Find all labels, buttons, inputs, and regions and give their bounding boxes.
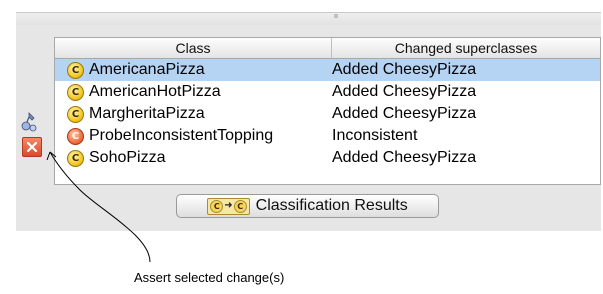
arrow-right-icon: ➜ (224, 200, 233, 211)
discard-changes-button[interactable] (22, 137, 42, 157)
column-header-class[interactable]: Class (55, 38, 332, 58)
change-cell: Added CheesyPizza (332, 61, 477, 78)
class-cell: C AmericanaPizza (55, 61, 332, 79)
class-cell: C SohoPizza (55, 149, 332, 167)
classification-results-label: Classification Results (255, 197, 408, 214)
table-row[interactable]: C MargheritaPizza Added CheesyPizza (55, 103, 600, 125)
class-icon: C (67, 105, 84, 123)
class-icon: C (67, 83, 84, 101)
class-name: ProbeInconsistentTopping (89, 127, 274, 144)
change-cell: Inconsistent (332, 127, 418, 144)
class-icon: C (67, 61, 84, 79)
change-cell: Added CheesyPizza (332, 105, 477, 122)
table-row[interactable]: C ProbeInconsistentTopping Inconsistent (55, 125, 600, 147)
class-cell: C MargheritaPizza (55, 105, 332, 123)
classification-results-button[interactable]: C ➜ C Classification Results (176, 194, 439, 218)
inconsistent-class-icon: C (67, 127, 84, 145)
class-icon: C (210, 199, 224, 213)
class-cell: C ProbeInconsistentTopping (55, 127, 332, 145)
class-cell: C AmericanHotPizza (55, 83, 332, 101)
panel-tick-mark (334, 14, 338, 18)
class-name: SohoPizza (89, 149, 166, 166)
changes-table: Class Changed superclasses C AmericanaPi… (54, 37, 601, 185)
table-row[interactable]: C AmericanaPizza Added CheesyPizza (55, 59, 600, 81)
change-cell: Added CheesyPizza (332, 149, 477, 166)
change-cell: Added CheesyPizza (332, 83, 477, 100)
table-header: Class Changed superclasses (55, 38, 600, 59)
table-row[interactable]: C SohoPizza Added CheesyPizza (55, 147, 600, 169)
table-row[interactable]: C AmericanHotPizza Added CheesyPizza (55, 81, 600, 103)
classification-results-icon: C ➜ C (207, 197, 250, 215)
class-name: AmericanaPizza (89, 61, 205, 78)
assert-changes-icon[interactable] (20, 111, 40, 133)
column-header-changed-superclasses[interactable]: Changed superclasses (332, 38, 600, 58)
class-icon: C (67, 149, 84, 167)
class-icon: C (233, 199, 247, 213)
classification-panel: Class Changed superclasses C AmericanaPi… (16, 12, 601, 231)
annotation-label: Assert selected change(s) (134, 270, 285, 285)
class-name: MargheritaPizza (89, 105, 205, 122)
class-name: AmericanHotPizza (89, 83, 221, 100)
close-icon (26, 141, 38, 153)
panel-header-strip (16, 13, 601, 25)
